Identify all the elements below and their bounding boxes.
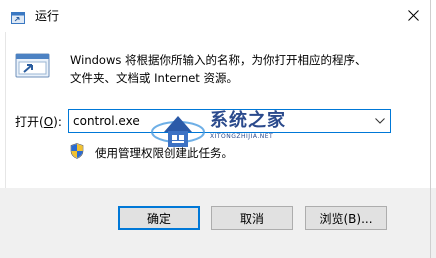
open-label-suffix: ): <box>53 115 62 129</box>
close-icon <box>407 9 419 21</box>
watermark-subtitle: XITONGZHIJIA.NET <box>210 133 274 140</box>
browse-button[interactable]: 浏览(B)... <box>305 206 387 230</box>
run-dialog: 运行 Windows 将根据你所输入的名称，为你打开相应的程序、 文件夹、文档或… <box>0 0 436 258</box>
run-app-icon <box>11 9 25 24</box>
dropdown-arrow[interactable] <box>371 111 389 131</box>
chevron-down-icon <box>375 118 385 124</box>
run-app-icon <box>15 51 51 79</box>
description-line-2: 文件夹、文档或 Internet 资源。 <box>70 71 238 85</box>
open-label-prefix: 打开( <box>15 115 44 129</box>
window-right-edge <box>430 0 431 258</box>
description-line-1: Windows 将根据你所输入的名称，为你打开相应的程序、 <box>70 53 367 67</box>
uac-shield-icon <box>70 143 84 159</box>
open-label: 打开(O): <box>15 113 62 131</box>
description: Windows 将根据你所输入的名称，为你打开相应的程序、 文件夹、文档或 In… <box>70 51 420 87</box>
cancel-button[interactable]: 取消 <box>211 206 293 230</box>
watermark-title: 系统之家 <box>210 110 286 131</box>
admin-privileges-text: 使用管理权限创建此任务。 <box>95 146 233 160</box>
title-bar[interactable]: 运行 <box>0 0 436 32</box>
ok-button[interactable]: 确定 <box>118 206 200 230</box>
window-title: 运行 <box>35 9 60 23</box>
open-label-hotkey: O <box>43 115 54 129</box>
